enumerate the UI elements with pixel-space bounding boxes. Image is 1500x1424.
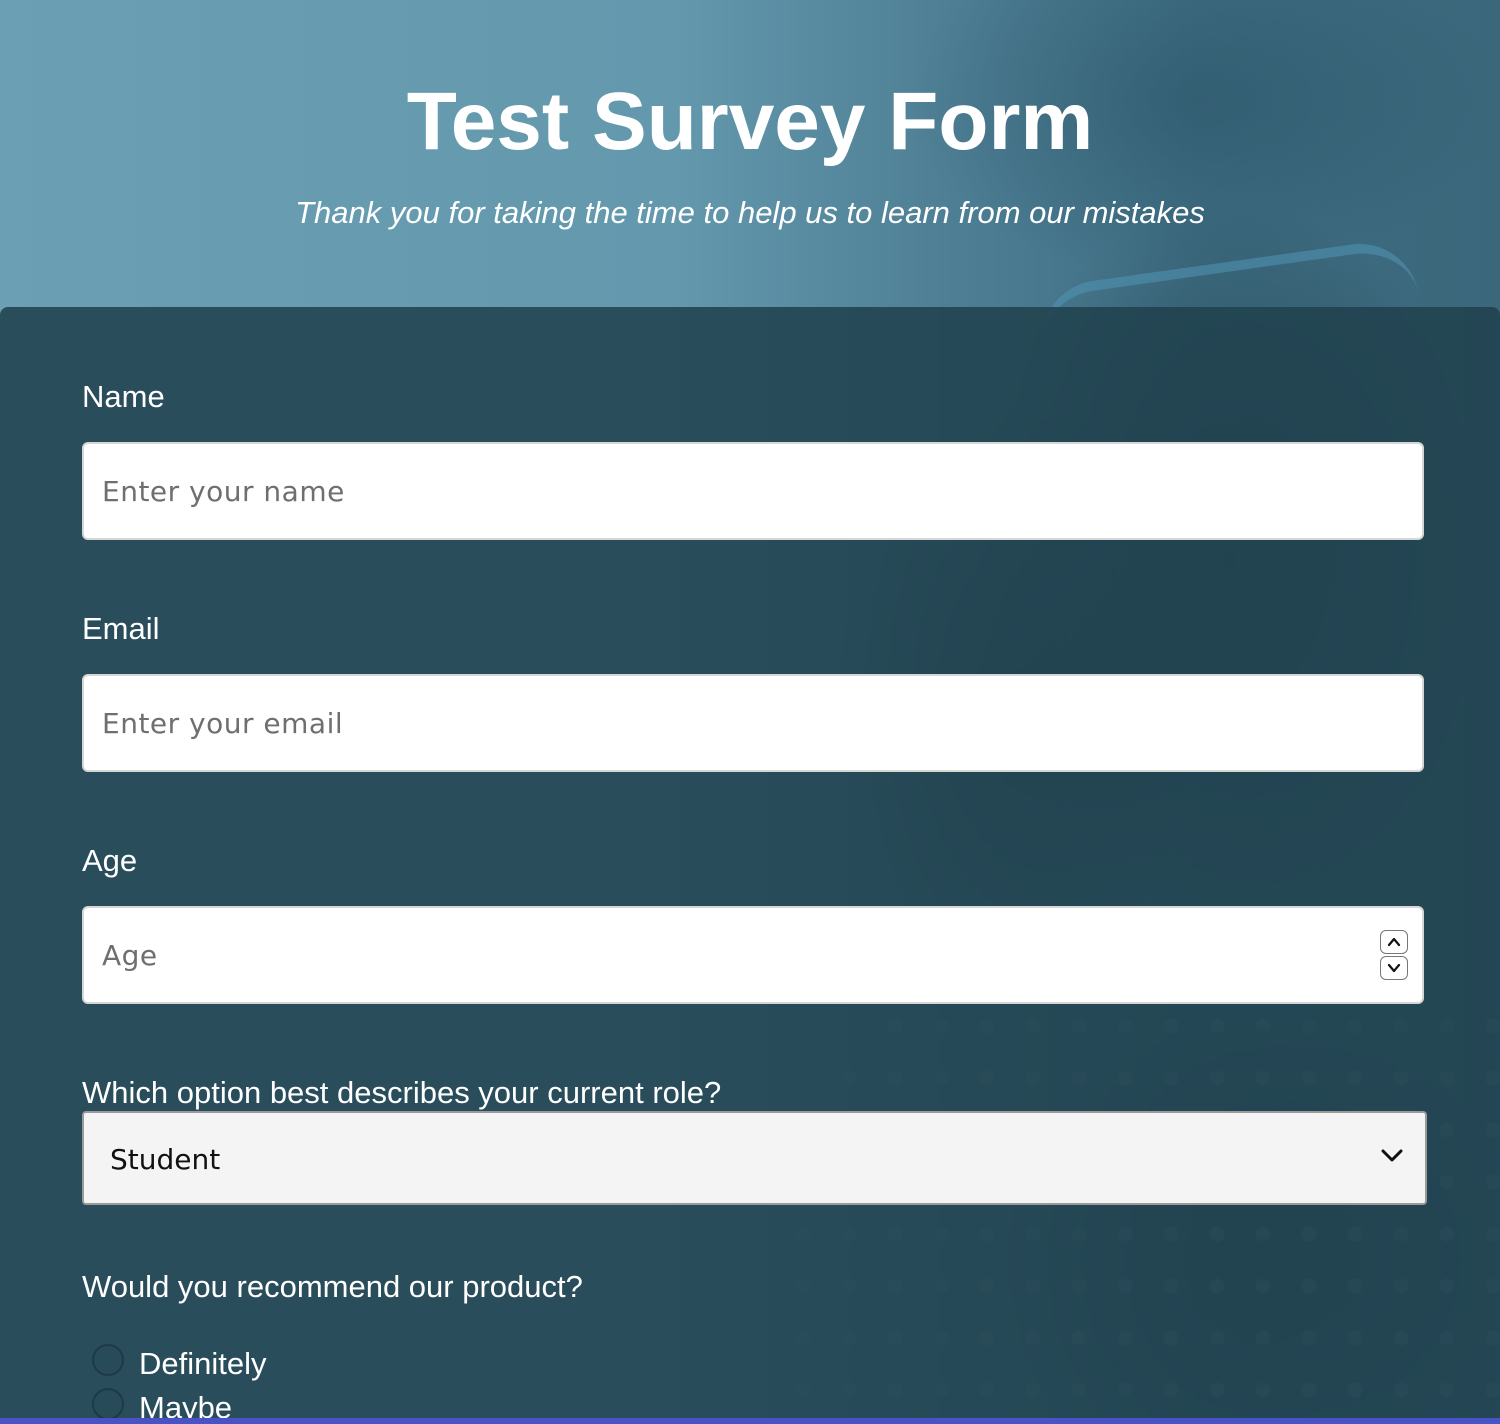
page-title: Test Survey Form: [406, 76, 1094, 167]
role-selected-value: Student: [110, 1143, 221, 1176]
email-label: Email: [82, 611, 160, 646]
radio-button[interactable]: [92, 1344, 124, 1376]
name-label: Name: [82, 379, 165, 414]
age-label: Age: [82, 843, 138, 878]
chevron-down-icon: [1381, 1149, 1403, 1168]
role-label: Which option best describes your current…: [82, 1075, 722, 1110]
page-subtitle: Thank you for taking the time to help us…: [295, 195, 1205, 230]
name-placeholder: Enter your name: [102, 475, 345, 508]
email-placeholder: Enter your email: [102, 707, 344, 740]
recommend-label: Would you recommend our product?: [82, 1269, 583, 1304]
radio-button[interactable]: [92, 1388, 124, 1420]
role-select[interactable]: Student: [82, 1111, 1427, 1205]
age-input[interactable]: Age: [82, 906, 1424, 1004]
email-input[interactable]: Enter your email: [82, 674, 1424, 772]
age-placeholder: Age: [102, 939, 158, 972]
bottom-accent-bar: [0, 1418, 1500, 1424]
increment-icon[interactable]: [1380, 930, 1408, 954]
radio-label: Definitely: [139, 1346, 267, 1381]
decrement-icon[interactable]: [1380, 956, 1408, 980]
name-input[interactable]: Enter your name: [82, 442, 1424, 540]
age-stepper[interactable]: [1380, 930, 1408, 982]
page-header: Test Survey Form Thank you for taking th…: [0, 0, 1500, 307]
